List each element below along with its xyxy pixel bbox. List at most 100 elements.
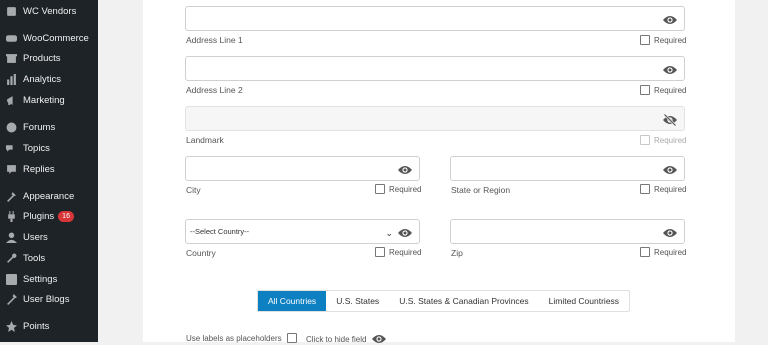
zip-required[interactable]: Required — [640, 247, 686, 257]
required-checkbox[interactable] — [640, 247, 650, 257]
city-required[interactable]: Required — [375, 184, 421, 194]
sidebar-item-label: Products — [23, 52, 61, 64]
sidebar-item-wc-vendors[interactable]: WC Vendors — [0, 1, 98, 21]
eye-slash-icon[interactable] — [663, 113, 677, 127]
user-blogs-icon — [6, 293, 17, 305]
sidebar-item-woocommerce[interactable]: WooCommerce — [0, 28, 98, 48]
required-checkbox[interactable] — [640, 85, 650, 95]
sidebar-item-label: Tools — [23, 252, 46, 264]
sidebar-item-points[interactable]: Points — [0, 316, 98, 336]
sidebar-item-label: Users — [23, 231, 48, 243]
sidebar-item-label: User Blogs — [23, 293, 70, 305]
required-checkbox[interactable] — [640, 184, 650, 194]
plugins-icon — [6, 210, 17, 222]
sidebar-item-analytics[interactable]: Analytics — [0, 69, 98, 89]
required-label: Required — [654, 184, 687, 194]
required-checkbox[interactable] — [375, 184, 385, 194]
address-line-2-required[interactable]: Required — [640, 85, 686, 95]
sidebar-item-tools[interactable]: Tools — [0, 248, 98, 268]
tools-icon — [6, 253, 17, 264]
sidebar-item-label: Plugins — [23, 210, 55, 222]
required-label: Required — [654, 247, 687, 257]
plugin-updates-badge: 16 — [58, 210, 74, 222]
landmark-required: Required — [640, 135, 686, 145]
hide-field-label: Click to hide field — [306, 334, 367, 344]
country-tabs: All Countries U.S. States U.S. States & … — [257, 290, 631, 312]
replies-icon — [6, 164, 17, 175]
settings-icon — [6, 273, 17, 285]
address-line-1-required[interactable]: Required — [640, 35, 686, 45]
address-line-1-label: Address Line 1 — [186, 35, 243, 45]
topics-icon — [6, 143, 17, 154]
tab-us-states[interactable]: U.S. States — [326, 291, 389, 311]
country-select-value: --Select Country-- — [190, 227, 250, 236]
sidebar-item-label: Marketing — [23, 94, 65, 106]
required-checkbox[interactable] — [375, 247, 385, 257]
tab-all-countries[interactable]: All Countries — [258, 291, 327, 311]
address-line-2-input[interactable] — [185, 56, 685, 81]
sidebar-item-user-blogs[interactable]: User Blogs — [0, 289, 98, 309]
sidebar-item-label: Replies — [23, 163, 55, 175]
country-label: Country — [186, 248, 216, 258]
required-checkbox[interactable] — [640, 35, 650, 45]
eye-icon[interactable] — [398, 163, 412, 175]
required-label: Required — [389, 184, 422, 194]
country-select[interactable]: --Select Country-- ⌄ — [185, 219, 420, 244]
sidebar-item-label: Analytics — [23, 73, 62, 85]
sidebar-item-settings[interactable]: Settings — [0, 269, 98, 289]
sidebar-item-label: WC Vendors — [23, 5, 77, 17]
placeholders-label: Use labels as placeholders — [186, 333, 282, 343]
sidebar-item-label: Topics — [23, 142, 50, 154]
eye-icon[interactable] — [663, 13, 677, 25]
landmark-label: Landmark — [186, 135, 224, 145]
chevron-down-icon[interactable]: ⌄ — [385, 228, 393, 239]
required-label: Required — [654, 35, 687, 45]
country-required[interactable]: Required — [375, 247, 421, 257]
city-input[interactable] — [185, 156, 420, 181]
state-label: State or Region — [451, 185, 511, 195]
analytics-icon — [6, 73, 17, 85]
sidebar-item-label: WooCommerce — [23, 32, 89, 44]
appearance-icon — [6, 191, 17, 202]
points-icon — [6, 320, 17, 332]
eye-icon[interactable] — [398, 226, 412, 238]
products-icon — [6, 53, 17, 64]
sidebar-item-replies[interactable]: Replies — [0, 159, 98, 179]
sidebar-item-label: Settings — [23, 273, 58, 285]
tab-us-canada[interactable]: U.S. States & Canadian Provinces — [389, 291, 538, 311]
sidebar-item-marketing[interactable]: Marketing — [0, 90, 98, 110]
sidebar-item-plugins[interactable]: Plugins 16 — [0, 206, 98, 226]
sidebar-item-users[interactable]: Users — [0, 227, 98, 247]
city-label: City — [186, 185, 201, 195]
vendors-icon — [6, 6, 17, 17]
eye-icon[interactable] — [663, 163, 677, 175]
admin-sidebar: WC Vendors WooCommerce Products Analytic… — [0, 0, 98, 342]
landmark-input[interactable] — [185, 106, 685, 131]
sidebar-item-topics[interactable]: Topics — [0, 138, 98, 158]
required-label: Required — [654, 85, 687, 95]
sidebar-item-forums[interactable]: Forums — [0, 117, 98, 137]
sidebar-item-appearance[interactable]: Appearance — [0, 186, 98, 206]
hide-field-hint: Click to hide field — [306, 333, 387, 345]
sidebar-item-label: Forums — [23, 121, 56, 133]
sidebar-item-products[interactable]: Products — [0, 48, 98, 68]
woocommerce-icon — [6, 33, 17, 44]
zip-label: Zip — [451, 248, 463, 258]
eye-icon[interactable] — [663, 226, 677, 238]
zip-input[interactable] — [450, 219, 685, 244]
required-checkbox — [640, 135, 650, 145]
sidebar-item-label: Appearance — [23, 190, 75, 202]
users-icon — [6, 232, 17, 243]
eye-icon[interactable] — [663, 63, 677, 75]
forums-icon — [6, 122, 17, 133]
sidebar-item-label: Points — [23, 320, 50, 332]
address-line-2-label: Address Line 2 — [186, 85, 243, 95]
state-input[interactable] — [450, 156, 685, 181]
eye-icon — [372, 333, 387, 345]
required-label: Required — [389, 247, 422, 257]
marketing-icon — [6, 95, 17, 106]
required-label: Required — [654, 135, 687, 145]
tab-limited-countries[interactable]: Limited Countriess — [539, 291, 629, 311]
address-line-1-input[interactable] — [185, 6, 685, 31]
state-required[interactable]: Required — [640, 184, 686, 194]
